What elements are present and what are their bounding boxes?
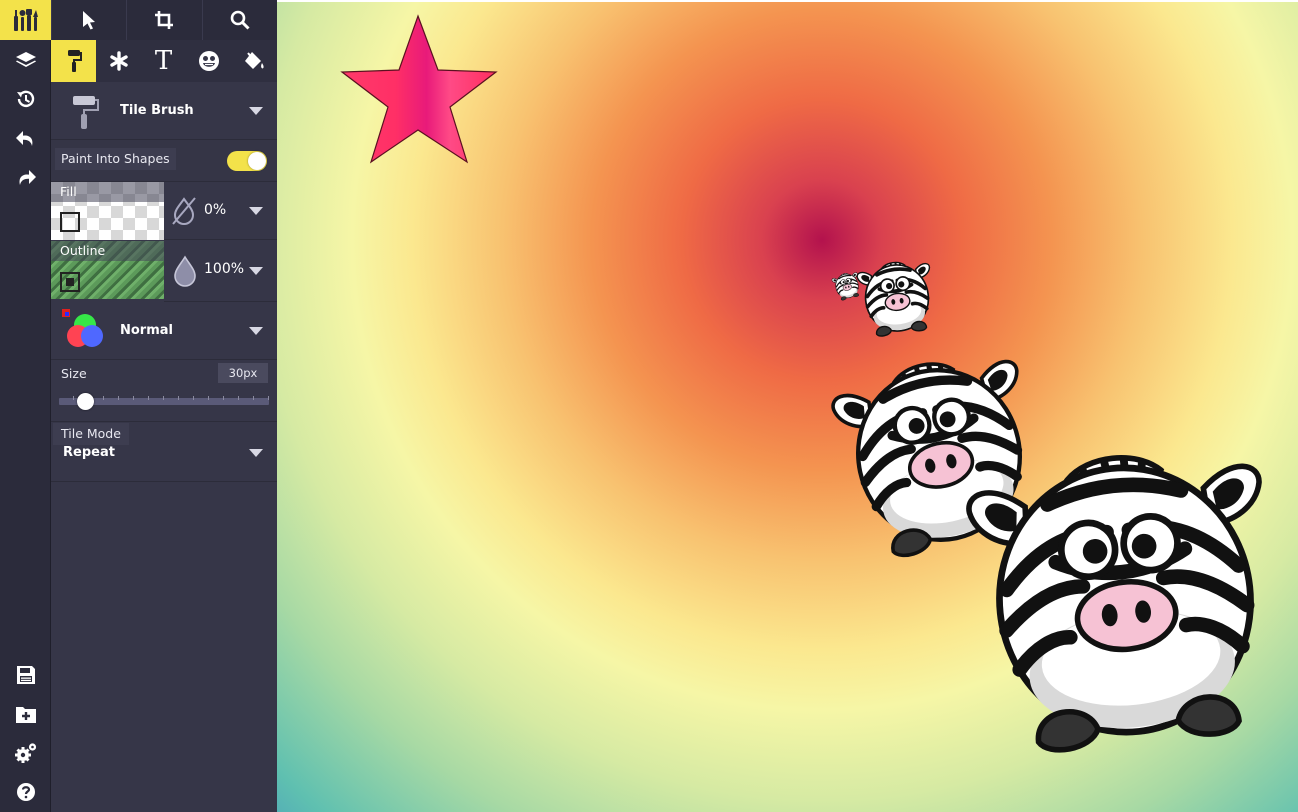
paint-into-shapes-row: Paint Into Shapes — [51, 140, 277, 182]
brush-dropdown-arrow[interactable] — [249, 107, 263, 115]
layers-button[interactable] — [0, 41, 51, 79]
crop-icon — [155, 11, 174, 29]
outline-swatch[interactable]: Outline — [51, 241, 164, 299]
size-slider-handle[interactable] — [76, 393, 94, 410]
paint-into-shapes-label: Paint Into Shapes — [55, 148, 176, 170]
select-arrow-icon — [83, 11, 96, 30]
opacity-drop-icon — [174, 255, 196, 287]
outline-opacity-value: 100% — [204, 261, 245, 277]
left-rail — [0, 0, 51, 812]
zebra-sticker-small[interactable] — [854, 255, 940, 341]
new-folder-icon — [15, 707, 36, 723]
paint-into-shapes-toggle[interactable] — [227, 151, 267, 171]
fill-opacity-dropdown-arrow[interactable] — [249, 207, 263, 215]
brush-selector[interactable]: Tile Brush — [51, 82, 277, 140]
settings-icon — [14, 743, 36, 763]
asterisk-icon — [109, 51, 128, 71]
fill-opacity-value: 0% — [204, 202, 227, 218]
brush-name: Tile Brush — [120, 103, 194, 118]
history-button[interactable] — [0, 80, 51, 118]
undo-button[interactable] — [0, 119, 51, 157]
fill-bucket-icon — [244, 52, 264, 69]
canvas-artwork — [340, 14, 1298, 812]
tool-panel: T Tile Brush Paint Into Shapes Fill 0% O… — [51, 0, 277, 812]
fill-color-box — [60, 212, 80, 232]
shape-tool-button[interactable] — [96, 40, 141, 82]
tool-subbar: T — [51, 40, 277, 82]
tile-mode-selector[interactable]: Tile Mode Repeat — [51, 422, 277, 482]
brushes-logo-icon[interactable] — [0, 0, 51, 40]
size-slider-ticks — [73, 396, 269, 400]
blend-mode-value: Normal — [120, 323, 173, 338]
top-toolbar — [51, 0, 277, 40]
size-value-input[interactable]: 30px — [218, 363, 268, 383]
brush-tool-button[interactable] — [51, 40, 96, 82]
sticker-tool-button[interactable] — [186, 40, 231, 82]
help-icon — [16, 783, 35, 801]
help-button[interactable] — [0, 773, 51, 811]
sticker-icon — [198, 51, 219, 71]
toggle-knob — [248, 152, 266, 170]
save-icon — [16, 666, 35, 684]
search-icon — [230, 10, 250, 30]
brush-icon — [67, 50, 82, 72]
tile-mode-dropdown-arrow[interactable] — [249, 449, 263, 457]
text-tool-button[interactable]: T — [141, 40, 186, 82]
select-tool-button[interactable] — [51, 0, 126, 40]
blend-dropdown-arrow[interactable] — [249, 327, 263, 335]
save-button[interactable] — [0, 656, 51, 694]
history-icon — [16, 90, 34, 108]
fill-swatch[interactable]: Fill — [51, 182, 164, 240]
new-folder-button[interactable] — [0, 695, 51, 733]
outline-color-box — [60, 272, 80, 292]
zoom-tool-button[interactable] — [201, 0, 277, 40]
drawing-canvas[interactable] — [277, 0, 1298, 812]
blend-mode-selector[interactable]: Normal — [51, 302, 277, 360]
undo-icon — [15, 131, 32, 146]
size-control: Size 30px — [51, 360, 277, 422]
color-blend-icon — [62, 309, 103, 347]
settings-button[interactable] — [0, 734, 51, 772]
star-shape[interactable] — [340, 14, 498, 164]
no-opacity-drop-icon — [172, 197, 196, 225]
outline-opacity-control[interactable]: 100% — [164, 241, 277, 302]
tile-mode-label: Tile Mode — [53, 423, 129, 445]
redo-icon — [19, 170, 36, 185]
fill-label: Fill — [51, 182, 164, 202]
paint-roller-icon — [73, 96, 99, 129]
fill-opacity-control[interactable]: 0% — [164, 182, 277, 240]
outline-opacity-dropdown-arrow[interactable] — [249, 267, 263, 275]
fill-tool-button[interactable] — [231, 40, 276, 82]
tile-mode-value: Repeat — [63, 445, 115, 460]
text-icon: T — [154, 46, 173, 76]
redo-button[interactable] — [0, 158, 51, 196]
outline-label: Outline — [51, 241, 164, 261]
crop-tool-button[interactable] — [126, 0, 201, 40]
size-label: Size — [61, 366, 87, 381]
layers-icon — [15, 52, 36, 67]
